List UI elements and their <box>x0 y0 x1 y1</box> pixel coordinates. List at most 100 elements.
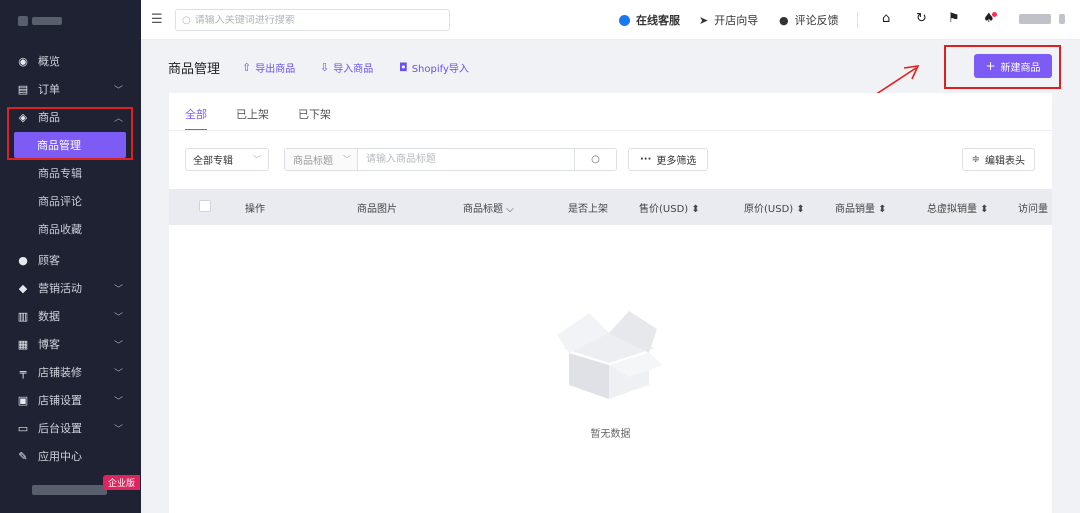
sidebar-item-data[interactable]: ▥ 数据 ﹀ <box>0 302 141 330</box>
search-button[interactable]: ○ <box>574 149 616 170</box>
comment-icon: ● <box>779 13 789 27</box>
search-field-select[interactable]: 商品标题 ﹀ <box>285 149 358 170</box>
empty-box-illustration <box>557 311 663 399</box>
sidebar-item-orders[interactable]: ▤ 订单 ﹀ <box>0 75 141 103</box>
sidebar-item-label: 概览 <box>38 55 60 68</box>
chevron-down-icon: ﹀ <box>113 368 123 379</box>
column-header-visits: 访问量 <box>1018 204 1048 215</box>
tab-on-shelf[interactable]: 已上架 <box>236 106 269 131</box>
sidebar-item-admin-settings[interactable]: ▭ 后台设置 ﹀ <box>0 414 141 442</box>
sidebar-item-label: 数据 <box>38 310 60 323</box>
download-icon: ⇩ <box>320 61 330 74</box>
chat-bubble-icon <box>619 14 630 26</box>
product-list-card: 全部 已上架 已下架 全部专辑 ﹀ 商品标题 ﹀ ○ ··· 更多筛选 ≑ 编辑… <box>169 93 1052 513</box>
user-name-blurred <box>1059 14 1065 24</box>
collection-select[interactable]: 全部专辑 ﹀ <box>185 148 269 171</box>
global-search[interactable]: ○ <box>175 9 450 31</box>
sidebar-item-label: 博客 <box>38 338 60 351</box>
chevron-down-icon: ﹀ <box>343 155 351 164</box>
global-search-input[interactable] <box>194 14 435 26</box>
more-filters-button[interactable]: ··· 更多筛选 <box>628 148 709 171</box>
online-support-link[interactable]: 在线客服 <box>619 12 680 28</box>
export-products-link[interactable]: ⇧ 导出商品 <box>242 60 295 75</box>
setup-guide-label: 开店向导 <box>714 14 759 27</box>
edit-columns-button[interactable]: ≑ 编辑表头 <box>961 148 1035 171</box>
sidebar-item-customers[interactable]: ● 顾客 <box>0 246 141 274</box>
sliders-icon: ≑ <box>971 154 980 165</box>
sidebar-sub-label: 商品专辑 <box>38 167 82 180</box>
sidebar-item-store-settings[interactable]: ▣ 店铺设置 ﹀ <box>0 386 141 414</box>
sidebar-item-label: 营销活动 <box>38 282 82 295</box>
chevron-down-icon: ﹀ <box>113 424 123 435</box>
chevron-down-icon: ﹀ <box>113 284 123 295</box>
tab-off-shelf[interactable]: 已下架 <box>298 106 331 131</box>
monitor-icon: ▭ <box>17 421 29 435</box>
topbar: ☰ ○ 在线客服 ➤ 开店向导 ● 评论反馈 ⌂ ↻ ⚑ ♠ <box>141 0 1080 40</box>
search-icon: ○ <box>182 14 191 26</box>
paint-icon: ╤ <box>19 365 27 379</box>
logo-mark <box>18 16 28 26</box>
blog-icon: ▦ <box>17 337 29 351</box>
product-title-input[interactable] <box>358 149 574 170</box>
shopify-bag-icon: ◘ <box>399 61 408 74</box>
flag-icon[interactable]: ⚑ <box>948 11 960 26</box>
enterprise-account[interactable]: 企业版 <box>32 475 140 505</box>
tag-icon: ◆ <box>18 281 28 295</box>
refresh-icon[interactable]: ↻ <box>916 11 927 26</box>
column-header-price[interactable]: 售价(USD) ⬍ <box>639 200 700 215</box>
column-header-title[interactable]: 商品标题 ⌵ <box>463 200 514 215</box>
sidebar-item-marketing[interactable]: ◆ 营销活动 ﹀ <box>0 274 141 302</box>
column-header-virtual-sales[interactable]: 总虚拟销量 ⬍ <box>927 200 989 215</box>
column-header-actions: 操作 <box>245 204 265 215</box>
sidebar-item-label: 店铺设置 <box>38 394 82 407</box>
home-icon[interactable]: ⌂ <box>882 11 890 26</box>
sidebar-item-app-center[interactable]: ✎ 应用中心 <box>0 442 141 470</box>
online-support-label: 在线客服 <box>636 14 680 27</box>
edit-columns-label: 编辑表头 <box>985 156 1025 167</box>
feedback-link[interactable]: ● 评论反馈 <box>779 12 839 28</box>
search-icon: ○ <box>591 154 600 165</box>
sidebar-item-label: 后台设置 <box>38 422 82 435</box>
filter-row: 全部专辑 ﹀ 商品标题 ﹀ ○ ··· 更多筛选 <box>185 148 709 171</box>
ellipsis-icon: ··· <box>640 154 652 165</box>
sidebar-sub-product-collections[interactable]: 商品专辑 <box>0 159 141 187</box>
annotation-box-new-product <box>944 45 1061 89</box>
chevron-down-icon: ﹀ <box>113 396 123 407</box>
store-logo[interactable] <box>0 0 141 42</box>
column-header-sales[interactable]: 商品销量 ⬍ <box>835 200 887 215</box>
send-icon: ➤ <box>699 13 709 27</box>
chevron-down-icon: ﹀ <box>113 85 123 96</box>
shopify-label: Shopify导入 <box>411 64 469 75</box>
chart-icon: ▥ <box>17 309 29 323</box>
notification-dot <box>992 12 997 17</box>
sidebar-item-label: 订单 <box>38 83 60 96</box>
sidebar-sub-product-favorites[interactable]: 商品收藏 <box>0 215 141 243</box>
sidebar-item-store-design[interactable]: ╤ 店铺装修 ﹀ <box>0 358 141 386</box>
sidebar: ◉ 概览 ▤ 订单 ﹀ ◈ 商品 ︿ 商品管理 商品专辑 商品评论 商品收藏 ●… <box>0 0 141 513</box>
chevron-down-icon: ﹀ <box>253 155 261 164</box>
column-header-image: 商品图片 <box>357 204 397 215</box>
menu-toggle-icon[interactable]: ☰ <box>151 12 163 27</box>
select-all-checkbox[interactable] <box>199 200 211 212</box>
tab-all[interactable]: 全部 <box>185 106 207 131</box>
shopify-import-link[interactable]: ◘ Shopify导入 <box>399 60 469 75</box>
upload-icon: ⇧ <box>242 61 252 74</box>
user-avatar-blurred[interactable] <box>1019 14 1051 24</box>
sidebar-item-label: 顾客 <box>38 254 60 267</box>
settings-icon: ▣ <box>17 393 29 407</box>
import-products-link[interactable]: ⇩ 导入商品 <box>320 60 373 75</box>
sidebar-item-overview[interactable]: ◉ 概览 <box>0 47 141 75</box>
column-header-listed: 是否上架 <box>568 204 608 215</box>
sidebar-item-label: 应用中心 <box>38 450 82 463</box>
table-header: 操作 商品图片 商品标题 ⌵ 是否上架 售价(USD) ⬍ 原价(USD) ⬍ … <box>169 189 1052 225</box>
search-field-value: 商品标题 <box>293 156 333 167</box>
account-name-blurred <box>32 485 107 495</box>
annotation-box-products <box>7 107 133 160</box>
sidebar-item-blog[interactable]: ▦ 博客 ﹀ <box>0 330 141 358</box>
enterprise-badge: 企业版 <box>102 475 140 490</box>
setup-guide-link[interactable]: ➤ 开店向导 <box>699 12 758 28</box>
sidebar-sub-product-reviews[interactable]: 商品评论 <box>0 187 141 215</box>
sidebar-item-label: 店铺装修 <box>38 366 82 379</box>
column-header-original-price[interactable]: 原价(USD) ⬍ <box>744 200 805 215</box>
import-label: 导入商品 <box>333 64 374 75</box>
